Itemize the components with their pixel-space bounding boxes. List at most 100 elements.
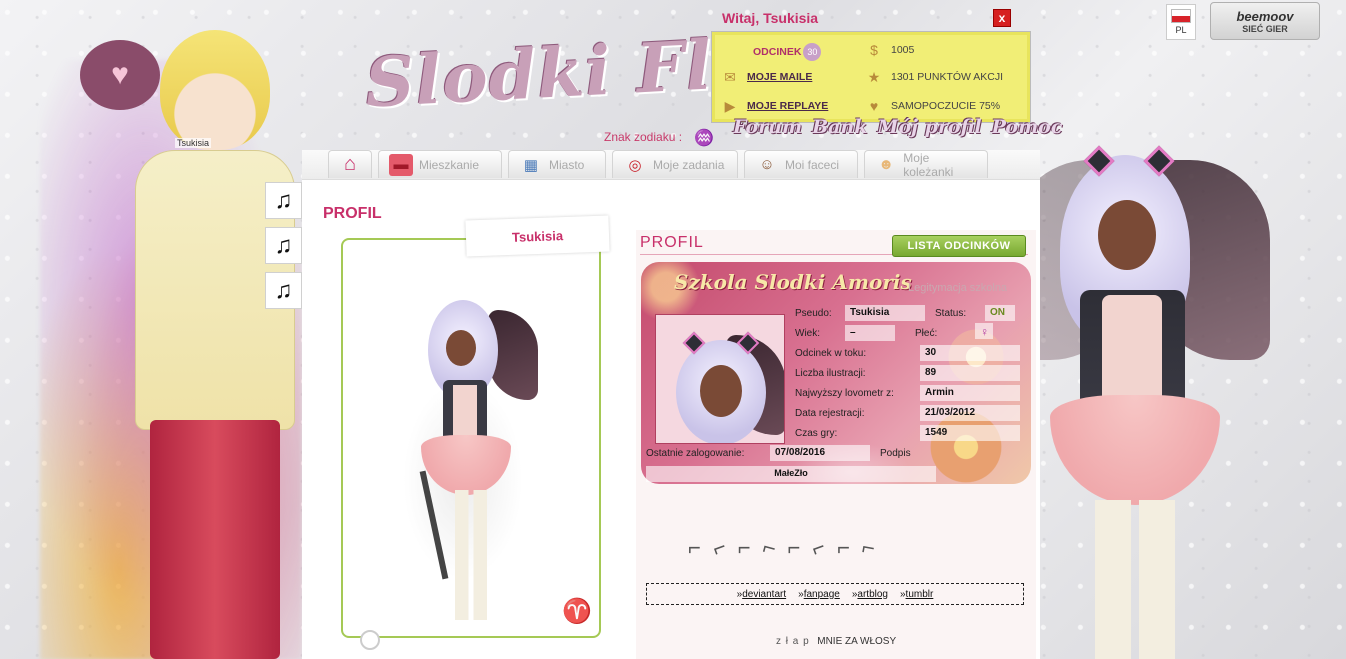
tab-my-boys[interactable]: ☺ Moi faceci [744,150,858,178]
id-card-subtitle: Legitymacja szkolna [908,282,1008,294]
character-boots [1095,500,1175,659]
language-selector[interactable]: PL [1166,4,1196,40]
poland-flag-icon [1171,9,1191,23]
episode-badge: 30 [803,43,822,61]
avatar-name-tab: Tsukisia [465,215,610,257]
footer-rest: MNIE ZA WŁOSY [817,636,897,647]
episode-label: ODCINEK [753,46,802,58]
fanpage-link[interactable]: fanpage [804,589,840,600]
character-name-label: Tsukisia [175,138,212,148]
sofa-icon: ▬ [389,153,413,176]
top-navigation: Forum Bank Mój profil Pomoc [733,116,1062,138]
tab-apartment[interactable]: ▬ Mieszkanie [378,150,502,178]
mood-value: SAMOPOCZUCIE 75% [891,100,1001,112]
deviantart-link[interactable]: deviantart [742,589,786,600]
replay-icon: ▶ [724,97,736,114]
last-login-value: 07/08/2016 [770,445,870,461]
bank-link[interactable]: Bank [812,116,867,138]
episode-info[interactable]: ODCINEK 30 [753,43,822,61]
avatar-card [341,238,601,638]
gun-icon: ⌐ [808,533,829,562]
forum-link[interactable]: Forum [733,116,802,138]
home-icon: ⌂ [343,153,357,175]
status-label: Status: [935,308,967,319]
aquarius-icon: ♒ [694,130,714,147]
music-note-icon[interactable]: ♫ [265,272,302,309]
lovometer-value: Armin [920,385,1020,401]
avatar-boots [455,490,487,620]
tab-my-friends[interactable]: ☻ Moje koleżanki [864,150,988,179]
city-icon: ▦ [523,156,539,174]
aries-icon: ♈ [562,598,592,625]
heart-icon: ♥ [869,98,879,114]
main-tabs: ⌂ ▬ Mieszkanie ▦ Miasto ◎ Moje zadania ☺… [302,150,1040,180]
logout-close-button[interactable]: x [993,9,1011,27]
character-legs [150,420,280,659]
tab-label: Moi faceci [785,157,840,172]
language-code: PL [1175,25,1187,35]
section-title: PROFIL [640,234,704,251]
pseudo-label: Pseudo: [795,308,832,319]
beemoov-network-button[interactable]: beemoov SIEĆ GIER [1210,2,1320,40]
beemoov-logo: beemoov [1236,9,1294,24]
character-corset [1102,295,1162,405]
character-skirt [1050,395,1220,505]
gun-icon: ⌐ [860,534,878,561]
school-name: Szkola Slodki Amoris [674,270,912,294]
illustrations-value: 89 [920,365,1020,381]
player-info-panel: ODCINEK 30 $ 1005 ✉ MOJE MAILE ★ 1301 PU… [712,32,1030,122]
tab-home[interactable]: ⌂ [328,150,372,178]
tab-city[interactable]: ▦ Miasto [508,150,606,178]
my-profile-link[interactable]: Mój profil [877,116,981,138]
age-value: – [845,325,895,341]
profile-footer-text: z ł a p MNIE ZA WŁOSY [776,636,896,647]
left-character-art: ♥ Tsukisia [40,0,302,659]
tab-label: Moje zadania [653,157,725,172]
gender-label: Płeć: [915,328,938,339]
gun-icon: ⌐ [688,535,701,560]
girl-face-icon: ☻ [878,156,895,173]
lovometer-label: Najwyższy lovometr z: [795,388,894,399]
gun-icon: ⌐ [737,535,751,560]
playtime-label: Czas gry: [795,428,838,439]
zodiac-label: Znak zodiaku : [604,130,683,144]
playtime-value: 1549 [920,425,1020,441]
my-mails-link[interactable]: MOJE MAILE [747,71,812,83]
gun-decoration-row: ⌐ ⌐ ⌐ ⌐ ⌐ ⌐ ⌐ ⌐ [688,533,878,562]
gun-icon: ⌐ [759,533,779,562]
mail-icon: ✉ [724,68,736,85]
action-points-value: 1301 PUNKTÓW AKCJI [891,71,1004,83]
episode-list-button[interactable]: LISTA ODCINKÓW [892,235,1026,257]
music-note-icon[interactable]: ♫ [265,227,302,264]
tab-label: Mieszkanie [419,157,480,172]
signature-value: MałeZło [646,466,936,482]
avatar-slider-handle[interactable] [360,630,380,650]
my-replays-link[interactable]: MOJE REPLAYE [747,100,828,112]
dollar-icon: $ [870,42,878,58]
registered-value: 21/03/2012 [920,405,1020,421]
right-character-art [1010,140,1270,659]
music-note-icon[interactable]: ♫ [265,182,302,219]
heart-bubble-icon: ♥ [80,40,160,110]
registered-label: Data rejestracji: [795,408,865,419]
external-links: »deviantart »fanpage »artblog »tumblr [646,583,1024,605]
target-icon: ◎ [628,156,642,174]
welcome-text: Witaj, Tsukisia [722,10,819,26]
female-icon: ♀ [975,323,993,339]
signature-label: Podpis [880,448,911,459]
network-label: SIEĆ GIER [1242,24,1288,34]
last-login-label: Ostatnie zalogowanie: [646,448,745,459]
artblog-link[interactable]: artblog [857,589,888,600]
character-face [1098,200,1156,270]
tab-my-tasks[interactable]: ◎ Moje zadania [612,150,738,178]
episode-progress-label: Odcinek w toku: [795,348,867,359]
illustrations-label: Liczba ilustracji: [795,368,866,379]
avatar-face [446,330,476,366]
page-title: PROFIL [323,205,382,222]
status-value: ON [985,305,1015,321]
tab-label: Moje koleżanki [903,150,954,179]
age-label: Wiek: [795,328,820,339]
tumblr-link[interactable]: tumblr [906,589,934,600]
star-icon: ★ [867,68,881,85]
help-link[interactable]: Pomoc [992,116,1063,138]
